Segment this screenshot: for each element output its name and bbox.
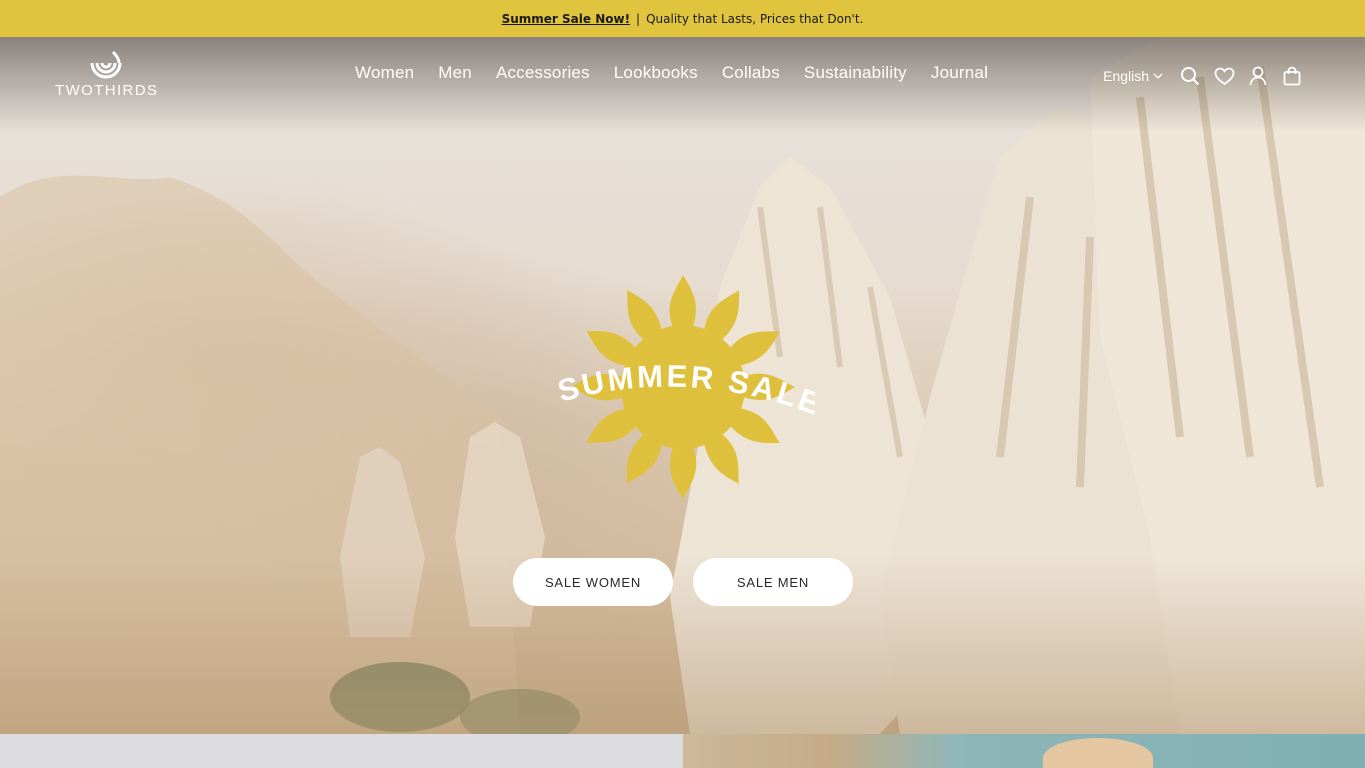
language-label: English [1103,68,1149,84]
logo-mark-icon [90,51,122,79]
announcement-text: Quality that Lasts, Prices that Don't. [646,11,864,26]
hero-ground-shade [0,554,1365,734]
site-header: TWOTHIRDS Women Men Accessories Lookbook… [0,37,1365,117]
category-tile-left[interactable] [0,734,683,768]
summer-sale-link[interactable]: Summer Sale Now! [502,12,630,26]
sun-icon: SUMMER SALE [554,275,825,499]
model-image [1043,738,1153,768]
nav-item-men[interactable]: Men [438,63,472,83]
summer-sale-badge: SUMMER SALE [554,272,825,506]
heart-icon[interactable] [1213,65,1235,87]
search-icon[interactable] [1179,65,1201,87]
announcement-bar: Summer Sale Now! | Quality that Lasts, P… [0,0,1365,37]
site-logo[interactable]: TWOTHIRDS [55,51,157,99]
main-nav: Women Men Accessories Lookbooks Collabs … [355,63,988,83]
nav-item-accessories[interactable]: Accessories [496,63,590,83]
account-icon[interactable] [1247,65,1269,87]
nav-item-collabs[interactable]: Collabs [722,63,780,83]
sale-men-button[interactable]: SALE MEN [693,558,853,606]
nav-item-journal[interactable]: Journal [931,63,988,83]
bag-icon[interactable] [1281,65,1303,87]
header-tools: English [1103,65,1303,87]
nav-item-lookbooks[interactable]: Lookbooks [614,63,698,83]
logo-wordmark: TWOTHIRDS [55,82,159,99]
chevron-down-icon [1153,73,1163,79]
category-tile-right[interactable] [683,734,1365,768]
nav-item-women[interactable]: Women [355,63,414,83]
language-selector[interactable]: English [1103,68,1163,84]
nav-item-sustainability[interactable]: Sustainability [804,63,907,83]
announcement-separator: | [636,11,641,26]
sale-women-button[interactable]: SALE WOMEN [513,558,673,606]
